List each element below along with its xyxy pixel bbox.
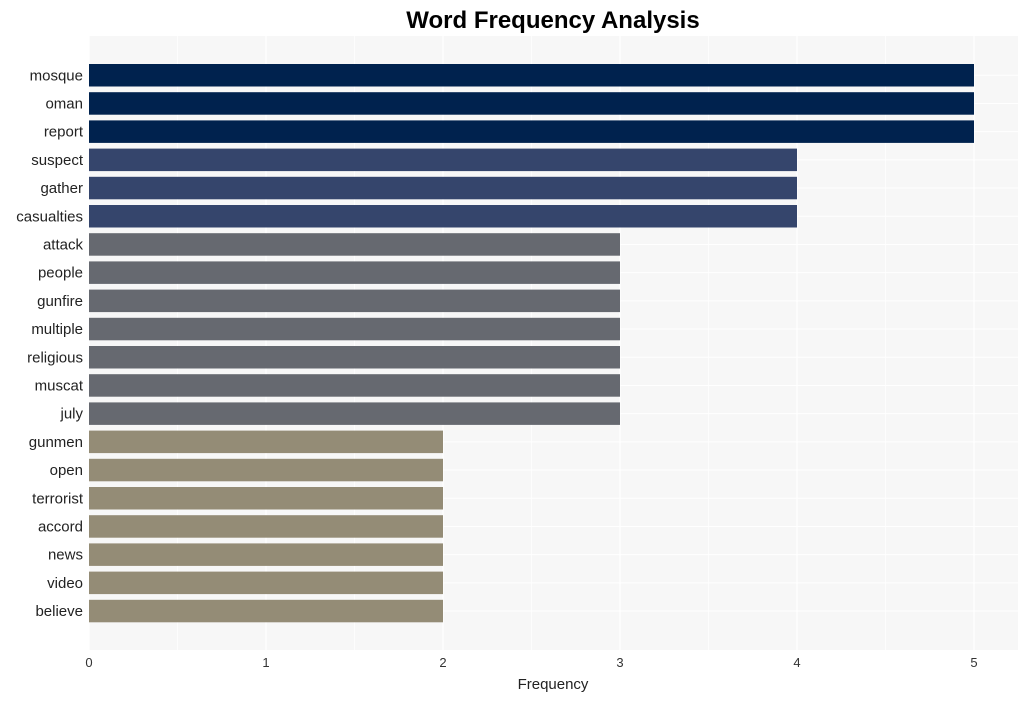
bar-muscat (89, 374, 620, 397)
bar-news (89, 543, 443, 566)
x-tick-label: 3 (616, 655, 623, 670)
y-tick-label: news (48, 547, 83, 564)
bar-accord (89, 515, 443, 538)
bar-gunmen (89, 430, 443, 454)
y-tick-label: casualties (16, 208, 83, 225)
y-tick-label: suspect (31, 152, 84, 169)
x-tick-label: 2 (439, 655, 446, 670)
bar-multiple (89, 317, 620, 341)
y-tick-label: terrorist (32, 490, 84, 507)
bar-gather (89, 176, 797, 200)
x-tick-label: 0 (85, 655, 92, 670)
bar-video (89, 571, 443, 595)
x-tick-label: 1 (262, 655, 269, 670)
y-axis-tick-labels: mosque oman report suspect gather casualties a… (16, 67, 84, 620)
y-tick-label: religious (27, 349, 83, 366)
x-tick-label: 4 (793, 655, 800, 670)
bar-terrorist (89, 487, 443, 510)
bar-chart: mosque oman report suspect gather casualties a… (16, 7, 1018, 693)
bar-suspect (89, 148, 797, 172)
y-tick-label: open (50, 462, 83, 479)
y-tick-label: attack (43, 236, 84, 253)
y-tick-label: gunfire (37, 293, 83, 310)
y-tick-label: july (59, 406, 83, 423)
bar-religious (89, 346, 620, 369)
bar-open (89, 458, 443, 482)
bar-casualties (89, 205, 797, 228)
chart-title: Word Frequency Analysis (406, 7, 699, 34)
bar-believe (89, 599, 443, 623)
x-axis-label: Frequency (518, 676, 589, 693)
y-tick-label: video (47, 575, 83, 592)
bar-oman (89, 92, 974, 115)
y-tick-label: believe (35, 603, 83, 620)
y-tick-label: gunmen (29, 434, 83, 451)
x-axis-tick-labels: 0 1 2 3 4 5 (85, 655, 977, 670)
bar-gunfire (89, 289, 620, 313)
y-tick-label: mosque (30, 67, 83, 84)
bar-mosque (89, 64, 974, 87)
y-tick-label: people (38, 265, 83, 282)
bar-july (89, 402, 620, 425)
y-tick-label: oman (45, 95, 83, 112)
x-tick-label: 5 (970, 655, 977, 670)
y-tick-label: muscat (35, 377, 84, 394)
y-tick-label: accord (38, 518, 83, 535)
bar-report (89, 120, 974, 143)
y-tick-label: gather (40, 180, 83, 197)
bar-people (89, 261, 620, 284)
y-tick-label: report (44, 124, 84, 141)
bar-attack (89, 233, 620, 256)
y-tick-label: multiple (31, 321, 83, 338)
